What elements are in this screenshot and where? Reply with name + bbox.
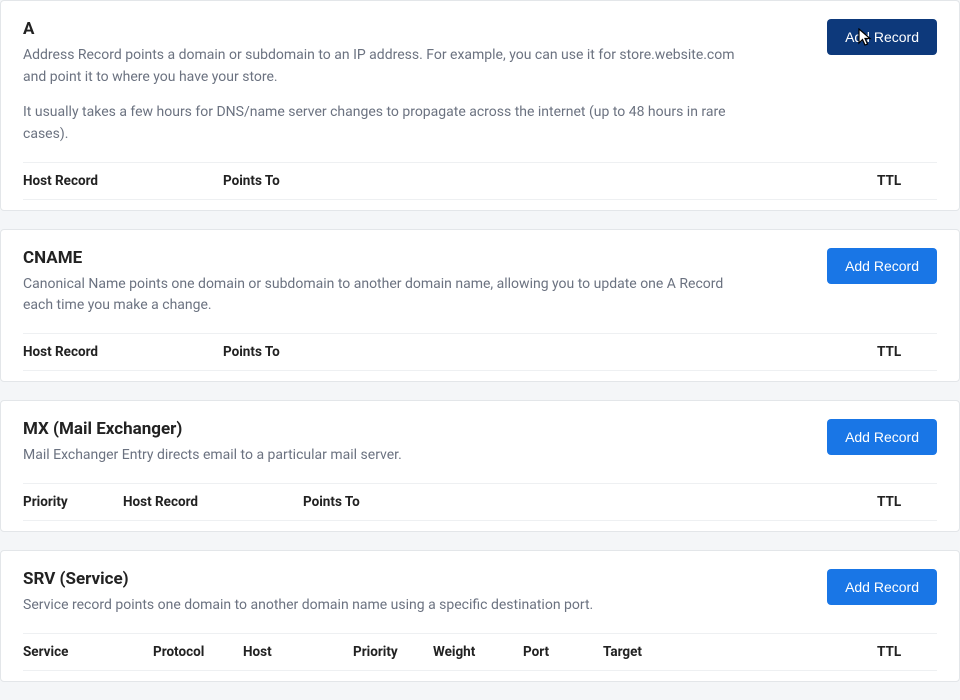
add-record-button-srv[interactable]: Add Record (827, 569, 937, 605)
section-title-cname: CNAME (23, 248, 803, 268)
col-host: Host (243, 644, 353, 660)
col-port: Port (523, 644, 603, 660)
section-title-srv: SRV (Service) (23, 569, 803, 589)
col-weight: Weight (433, 644, 523, 660)
section-desc-srv: Service record points one domain to anot… (23, 595, 743, 617)
col-priority: Priority (23, 494, 123, 510)
col-host: Host Record (23, 344, 223, 360)
column-headers-mx: Priority Host Record Points To TTL (23, 483, 937, 521)
col-target: Target (603, 644, 877, 660)
section-title-mx: MX (Mail Exchanger) (23, 419, 803, 439)
column-headers-a: Host Record Points To TTL (23, 162, 937, 200)
col-host: Host Record (23, 173, 223, 189)
section-desc-cname: Canonical Name points one domain or subd… (23, 274, 743, 317)
col-protocol: Protocol (153, 644, 243, 660)
col-ttl: TTL (877, 173, 937, 189)
add-record-button-a[interactable]: Add Record (827, 19, 937, 55)
add-record-button-mx[interactable]: Add Record (827, 419, 937, 455)
dns-section-a: A Address Record points a domain or subd… (0, 0, 960, 211)
col-points-to: Points To (303, 494, 877, 510)
add-record-button-cname[interactable]: Add Record (827, 248, 937, 284)
dns-section-cname: CNAME Canonical Name points one domain o… (0, 229, 960, 382)
section-desc-mx: Mail Exchanger Entry directs email to a … (23, 445, 743, 467)
col-points-to: Points To (223, 344, 877, 360)
col-priority: Priority (353, 644, 433, 660)
col-ttl: TTL (877, 344, 937, 360)
column-headers-srv: Service Protocol Host Priority Weight Po… (23, 633, 937, 671)
dns-section-srv: SRV (Service) Service record points one … (0, 550, 960, 682)
col-points-to: Points To (223, 173, 877, 189)
section-title-a: A (23, 19, 803, 39)
section-desc-a-2: It usually takes a few hours for DNS/nam… (23, 102, 743, 145)
dns-section-mx: MX (Mail Exchanger) Mail Exchanger Entry… (0, 400, 960, 532)
col-ttl: TTL (877, 644, 937, 660)
col-ttl: TTL (877, 494, 937, 510)
column-headers-cname: Host Record Points To TTL (23, 333, 937, 371)
section-desc-a-1: Address Record points a domain or subdom… (23, 45, 743, 88)
col-host: Host Record (123, 494, 303, 510)
col-service: Service (23, 644, 153, 660)
